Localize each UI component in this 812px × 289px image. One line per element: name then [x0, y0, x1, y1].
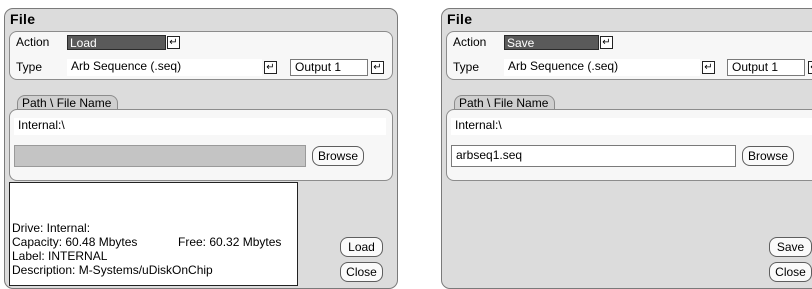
dialog-title: File: [10, 11, 36, 27]
output-select[interactable]: Output 1: [727, 59, 805, 76]
close-button[interactable]: Close: [340, 262, 383, 282]
browse-button[interactable]: Browse: [312, 146, 364, 166]
volume-label-info: Label: INTERNAL: [12, 249, 108, 263]
type-enter-icon[interactable]: ↵: [264, 61, 277, 74]
type-value: Arb Sequence (.seq): [71, 59, 182, 73]
action-select[interactable]: Load: [67, 35, 166, 50]
drive-info: Drive: Internal:: [12, 221, 91, 235]
save-button[interactable]: Save: [769, 237, 812, 257]
file-name-value: arbseq1.seq: [456, 148, 523, 162]
path-value: Internal:\: [18, 118, 65, 132]
output-value: Output 1: [732, 60, 779, 74]
file-load-dialog: File Action Load ↵ Type Arb Sequence (.s…: [4, 8, 398, 289]
output-select[interactable]: Output 1: [290, 59, 368, 76]
path-panel: Internal:\ Browse: [9, 109, 393, 181]
action-enter-icon[interactable]: ↵: [167, 36, 180, 49]
action-select[interactable]: Save: [504, 35, 599, 50]
type-select[interactable]: Arb Sequence (.seq): [67, 59, 262, 76]
file-name-field[interactable]: arbseq1.seq: [451, 145, 736, 167]
type-select[interactable]: Arb Sequence (.seq): [504, 59, 700, 76]
output-value: Output 1: [295, 60, 342, 74]
load-button[interactable]: Load: [340, 237, 383, 257]
type-label: Type: [453, 60, 480, 74]
action-label: Action: [16, 35, 50, 49]
file-save-dialog: File Action Save ↵ Type Arb Sequence (.s…: [441, 8, 812, 289]
path-field[interactable]: Internal:\: [451, 118, 812, 135]
action-label: Action: [453, 35, 487, 49]
action-value: Load: [70, 36, 97, 50]
capacity-info: Capacity: 60.48 Mbytes: [12, 235, 138, 249]
drive-info-box: Drive: Internal: Capacity: 60.48 Mbytes …: [9, 182, 298, 286]
dialog-title: File: [447, 11, 473, 27]
output-enter-icon[interactable]: ↵: [808, 61, 812, 74]
description-info: Description: M-Systems/uDiskOnChip: [12, 263, 213, 277]
free-info: Free: 60.32 Mbytes: [178, 235, 282, 249]
path-panel: Internal:\ arbseq1.seq Browse: [446, 109, 812, 181]
type-enter-icon[interactable]: ↵: [702, 61, 715, 74]
path-value: Internal:\: [455, 118, 502, 132]
file-name-field[interactable]: [14, 145, 306, 167]
type-label: Type: [16, 60, 43, 74]
action-type-panel: Action Save ↵ Type Arb Sequence (.seq) ↵…: [446, 31, 812, 80]
type-value: Arb Sequence (.seq): [508, 59, 619, 73]
action-enter-icon[interactable]: ↵: [600, 36, 613, 49]
action-type-panel: Action Load ↵ Type Arb Sequence (.seq) ↵…: [9, 31, 393, 80]
close-button[interactable]: Close: [769, 262, 812, 282]
path-field[interactable]: Internal:\: [14, 118, 386, 135]
browse-button[interactable]: Browse: [742, 146, 794, 166]
action-value: Save: [507, 36, 535, 50]
output-enter-icon[interactable]: ↵: [371, 61, 384, 74]
